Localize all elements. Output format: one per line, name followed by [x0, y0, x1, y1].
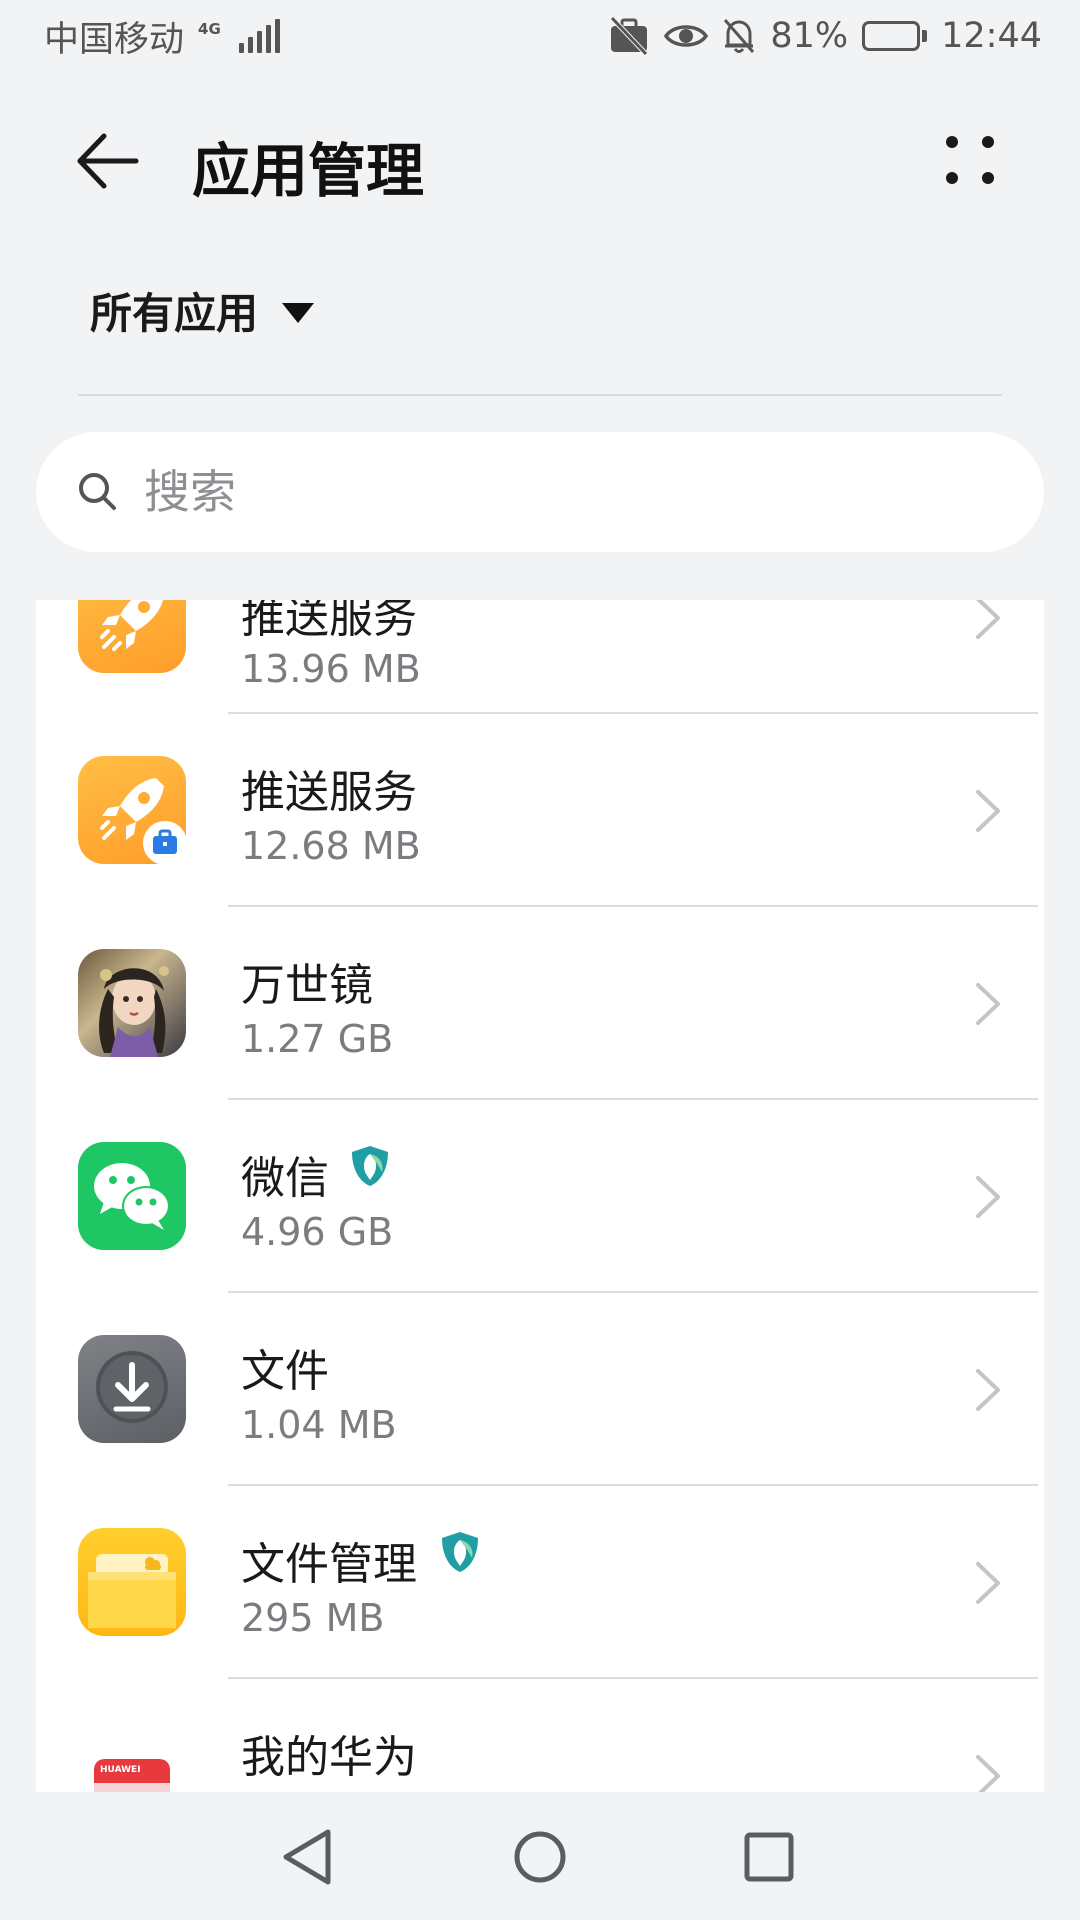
list-item[interactable]: 推送服务 12.68 MB [36, 714, 1044, 907]
huawei-brand-text: HUAWEI [100, 1765, 141, 1775]
filter-label: 所有应用 [90, 289, 259, 338]
dropdown-triangle-icon [282, 302, 315, 323]
app-size: 12.68 MB [241, 824, 421, 868]
list-item[interactable]: 文件 1.04 MB [36, 1293, 1044, 1486]
briefcase-off-icon [610, 16, 649, 56]
nav-recent-square-icon[interactable] [734, 1822, 804, 1892]
app-size: 1.04 MB [241, 1403, 397, 1447]
protected-shield-icon [352, 1146, 388, 1186]
battery-icon [862, 21, 928, 51]
protected-shield-icon [442, 1532, 478, 1572]
eye-icon [664, 25, 709, 47]
back-button[interactable] [72, 126, 142, 196]
page-title: 应用管理 [192, 137, 425, 205]
list-item[interactable]: 微信 4.96 GB [36, 1100, 1044, 1293]
app-name: 文件 [241, 1346, 329, 1397]
chevron-right-icon [976, 983, 1000, 1025]
chevron-right-icon [976, 790, 1000, 832]
app-name: 我的华为 [241, 1732, 417, 1783]
bell-off-icon [724, 19, 755, 53]
app-name: 推送服务 [241, 767, 417, 818]
rocket-icon [78, 600, 186, 673]
navigation-bar [0, 1792, 1080, 1920]
title-bar: 应用管理 [0, 100, 1080, 220]
app-name: 微信 [241, 1153, 329, 1204]
chevron-right-icon [976, 1562, 1000, 1604]
arrow-left-icon [77, 133, 139, 189]
nav-home-circle-icon[interactable] [505, 1822, 575, 1892]
app-size: 4.96 GB [241, 1210, 394, 1254]
list-item[interactable]: 万世镜 1.27 GB [36, 907, 1044, 1100]
status-bar: 中国移动 4G 81% 12:44 [0, 0, 1080, 72]
app-list: 推送服务 13.96 MB 推送服务 12.68 MB 万世镜 1.27 GB … [36, 600, 1044, 1792]
app-filter-dropdown[interactable]: 所有应用 [90, 280, 315, 341]
list-item[interactable]: 文件管理 295 MB [36, 1486, 1044, 1679]
chevron-right-icon [976, 1176, 1000, 1218]
more-dots-icon [946, 136, 994, 184]
nav-back-triangle-icon[interactable] [272, 1822, 342, 1892]
app-size: 295 MB [241, 1596, 385, 1640]
chevron-right-icon [976, 600, 1000, 639]
search-bar[interactable] [36, 432, 1044, 552]
network-type: 4G [198, 19, 221, 38]
app-size: 13.96 MB [241, 647, 421, 691]
list-item[interactable]: 推送服务 13.96 MB [36, 600, 1044, 714]
wechat-icon [78, 1142, 186, 1250]
clock: 12:44 [941, 16, 1042, 56]
chevron-right-icon [976, 1369, 1000, 1411]
app-size: 1.27 GB [241, 1017, 394, 1061]
chevron-right-icon [976, 1755, 1000, 1792]
game-portrait-icon [78, 949, 186, 1057]
app-name: 万世镜 [241, 960, 373, 1011]
download-icon [78, 1335, 186, 1443]
huawei-icon: HUAWEI [94, 1759, 170, 1792]
carrier-label: 中国移动 [44, 19, 185, 60]
search-input[interactable] [144, 465, 964, 519]
folder-icon [78, 1528, 186, 1636]
divider [78, 394, 1002, 396]
list-item[interactable]: HUAWEI 我的华为 [36, 1679, 1044, 1792]
app-name: 文件管理 [241, 1539, 417, 1590]
more-options-button[interactable] [940, 126, 1000, 196]
app-name: 推送服务 [241, 600, 417, 643]
signal-icon [238, 19, 280, 53]
search-icon [79, 473, 116, 510]
battery-percent: 81% [770, 16, 849, 56]
briefcase-badge-icon [143, 821, 187, 865]
